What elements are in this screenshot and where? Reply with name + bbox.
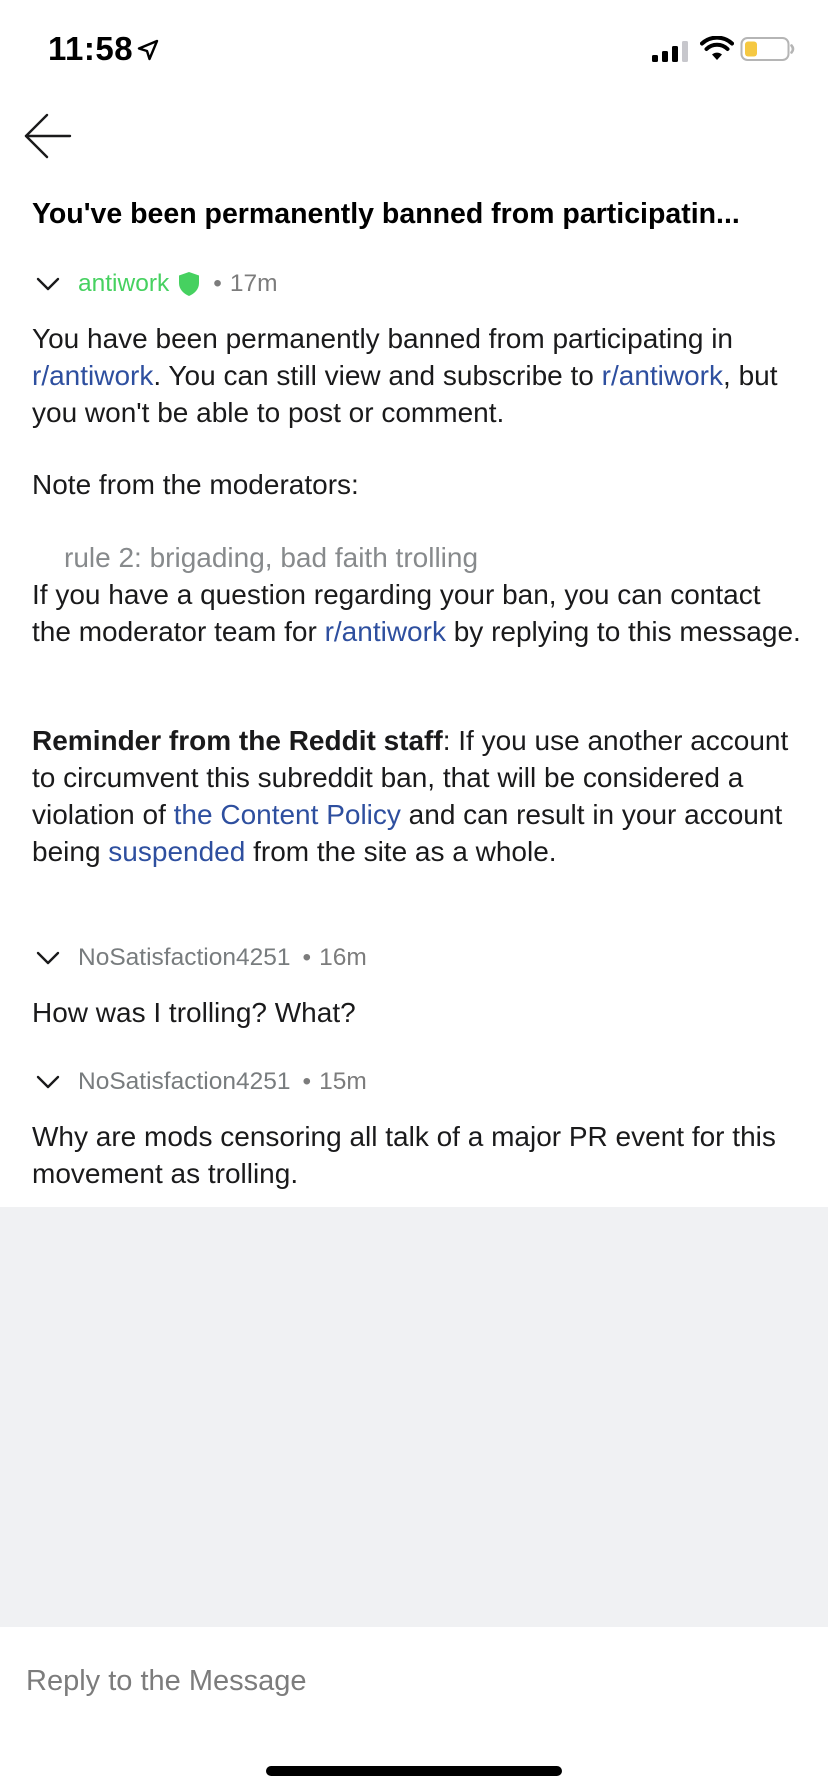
body-text: from the site as a whole. [245, 836, 557, 867]
separator-dot: • [213, 270, 222, 297]
message-age: 17m [229, 270, 278, 297]
message-subject: You've been permanently banned from part… [32, 198, 740, 230]
wifi-icon [700, 36, 734, 60]
message-body-paragraph: You have been permanently banned from pa… [32, 320, 802, 431]
suspended-link[interactable]: suspended [108, 836, 245, 867]
empty-thread-area [0, 1207, 828, 1627]
battery-icon [740, 37, 795, 61]
message-age: 15m [319, 1068, 367, 1095]
author-username[interactable]: NoSatisfaction4251 [78, 1068, 290, 1096]
subreddit-link[interactable]: r/antiwork [325, 616, 446, 647]
reply-bar [0, 1627, 828, 1727]
chevron-down-icon[interactable] [32, 1066, 64, 1098]
chevron-down-icon[interactable] [32, 268, 64, 300]
chevron-down-icon[interactable] [32, 942, 64, 974]
message-body-paragraph: How was I trolling? What? [32, 997, 356, 1028]
moderator-note-quote: rule 2: brigading, bad faith trolling [64, 542, 479, 573]
message-header: antiwork • 17m [32, 264, 277, 304]
subreddit-link[interactable]: r/antiwork [602, 360, 723, 391]
status-bar: 11:58 [0, 0, 828, 100]
separator-dot: • [302, 1068, 312, 1095]
separator-dot: • [302, 944, 312, 971]
body-text: You have been permanently banned from pa… [32, 323, 733, 354]
message-body-paragraph: Why are mods censoring all talk of a maj… [32, 1121, 776, 1189]
status-time: 11:58 [48, 30, 134, 67]
content-policy-link[interactable]: the Content Policy [174, 799, 401, 830]
body-text: by replying to this message. [445, 616, 801, 647]
author-username[interactable]: antiwork [78, 270, 169, 298]
moderator-note-label: Note from the moderators: [32, 469, 359, 500]
message-header: NoSatisfaction4251 • 16m [32, 938, 367, 978]
message-body-paragraph: If you have a question regarding your ba… [32, 576, 802, 650]
reply-input[interactable] [26, 1659, 796, 1703]
mod-shield-icon [179, 272, 200, 296]
home-indicator[interactable] [266, 1766, 562, 1776]
subreddit-link[interactable]: r/antiwork [32, 360, 153, 391]
back-arrow-icon[interactable] [22, 110, 74, 162]
location-arrow-icon [137, 39, 159, 61]
message-header: NoSatisfaction4251 • 15m [32, 1062, 367, 1102]
body-text: . You can still view and subscribe to [153, 360, 602, 391]
message-body-paragraph: Reminder from the Reddit staff: If you u… [32, 722, 802, 870]
author-username[interactable]: NoSatisfaction4251 [78, 944, 290, 972]
cellular-signal-icon [652, 41, 688, 62]
reminder-heading: Reminder from the Reddit staff [32, 725, 443, 756]
message-age: 16m [319, 944, 367, 971]
